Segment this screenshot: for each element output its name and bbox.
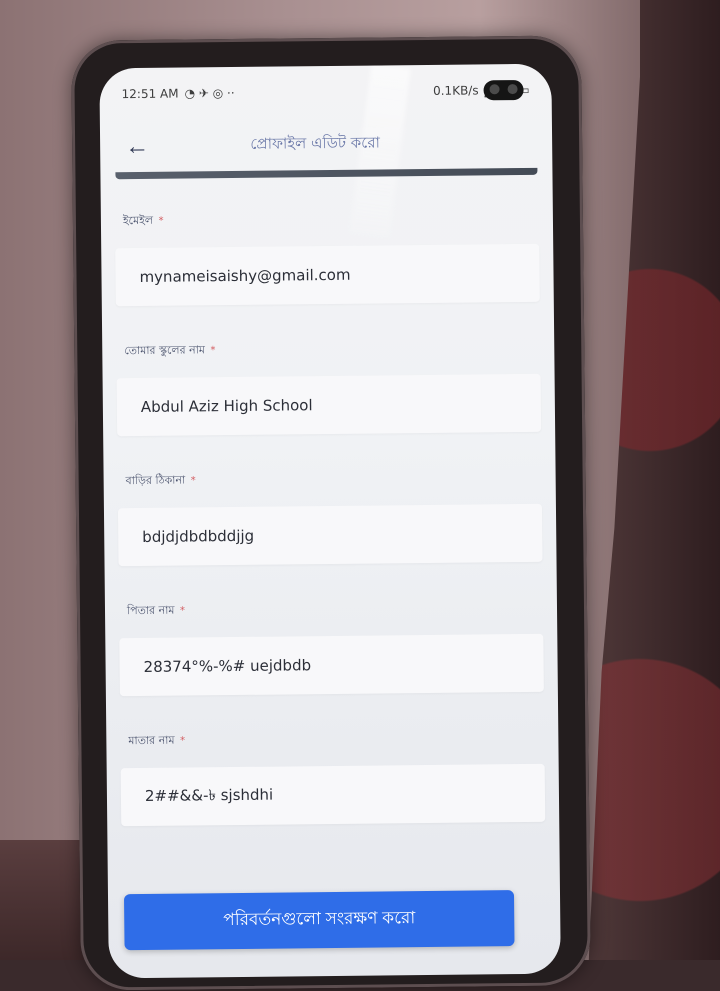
mother-name-label-text: মাতার নাম [128,733,175,748]
email-field-group: ইমেইল * mynameisaishy@gmail.com [115,210,540,307]
email-label-text: ইমেইল [122,213,154,228]
father-name-field-group: পিতার নাম * 28374°%-%# uejdbdb [119,600,544,697]
school-label-text: তোমার স্কুলের নাম [124,343,206,358]
back-button[interactable]: ← [122,132,152,162]
app-header: ← প্রোফাইল এডিট করো [100,126,552,171]
school-field[interactable]: Abdul Aziz High School [116,373,542,437]
father-name-required-mark: * [179,605,186,617]
photo-background: 12:51 AM ◔ ✈ ◎ ·· 0.1KB/s ▁▃▅ ▭ ← প্রোফা… [0,0,720,991]
school-required-mark: * [210,345,216,357]
page-title: প্রোফাইল এডিট করো [250,133,380,153]
email-label: ইমেইল * [123,210,539,228]
father-name-label: পিতার নাম * [127,600,543,618]
father-name-label-text: পিতার নাম [126,603,175,618]
address-required-mark: * [190,475,196,487]
address-field-group: বাড়ির ঠিকানা * bdjdjdbdbddjjg [117,470,543,567]
status-time: 12:51 AM [121,86,179,102]
address-label: বাড়ির ঠিকানা * [126,470,542,488]
email-required-mark: * [158,215,164,227]
mother-name-field-group: মাতার নাম * 2##&&-৳ sjshdhi [120,730,546,827]
back-arrow-icon: ← [125,132,150,161]
address-field[interactable]: bdjdjdbdbddjjg [117,503,543,567]
address-label-text: বাড়ির ঠিকানা [125,473,186,488]
phone-screen: 12:51 AM ◔ ✈ ◎ ·· 0.1KB/s ▁▃▅ ▭ ← প্রোফা… [99,63,561,979]
network-speed: 0.1KB/s [432,83,479,98]
email-field[interactable]: mynameisaishy@gmail.com [115,243,540,307]
school-field-group: তোমার স্কুলের নাম * Abdul Aziz High Scho… [116,340,542,437]
mother-name-label: মাতার নাম * [128,730,544,748]
phone-device: 12:51 AM ◔ ✈ ◎ ·· 0.1KB/s ▁▃▅ ▭ ← প্রোফা… [71,35,591,991]
profile-form: ইমেইল * mynameisaishy@gmail.com তোমার স্… [115,210,546,864]
notification-icons: ◔ ✈ ◎ ·· [184,85,235,101]
status-left: 12:51 AM ◔ ✈ ◎ ·· [122,86,235,101]
school-label: তোমার স্কুলের নাম * [124,340,540,358]
save-changes-button[interactable]: পরিবর্তনগুলো সংরক্ষণ করো [123,890,515,951]
mother-name-required-mark: * [179,735,186,747]
front-camera [483,79,524,101]
father-name-field[interactable]: 28374°%-%# uejdbdb [119,633,544,697]
mother-name-field[interactable]: 2##&&-৳ sjshdhi [120,763,546,827]
